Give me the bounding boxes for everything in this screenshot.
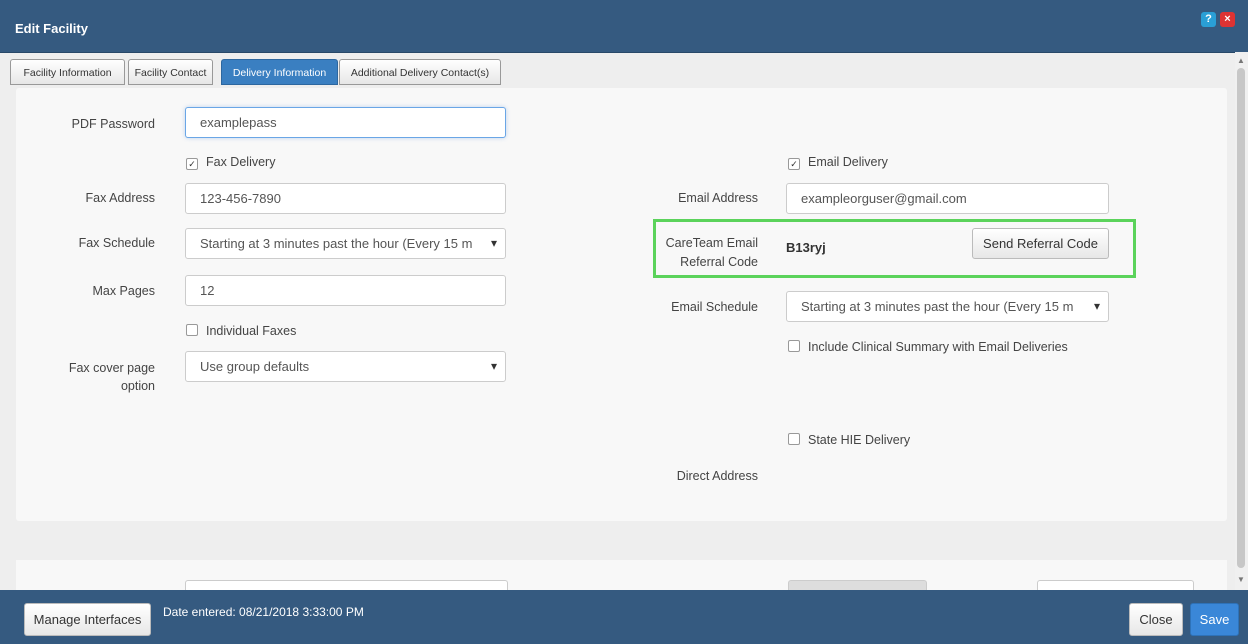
email-delivery-checkbox[interactable]: ✓ Email Delivery [788,155,888,170]
fax-delivery-label: Fax Delivery [206,155,276,169]
fax-cover-label-line2: option [120,379,155,393]
include-clinical-summary-label: Include Clinical Summary with Email Deli… [808,340,1068,354]
date-entered: Date entered: 08/21/2018 3:33:00 PM [163,605,364,619]
state-hie-label: State HIE Delivery [808,433,911,447]
individual-faxes-checkbox[interactable]: Individual Faxes [186,324,296,338]
close-button[interactable]: Close [1129,603,1183,636]
email-schedule-select[interactable]: Starting at 3 minutes past the hour (Eve… [786,291,1109,322]
fax-cover-select[interactable]: Use group defaults [185,351,506,382]
tab-delivery-information[interactable]: Delivery Information [221,59,338,85]
max-pages-input[interactable]: 12 [185,275,506,306]
tab-facility-contact[interactable]: Facility Contact [128,59,213,85]
scrollbar-thumb[interactable] [1237,68,1245,568]
checkbox-icon [788,433,800,445]
fax-address-label: Fax Address [85,191,155,205]
tab-additional-delivery-contacts[interactable]: Additional Delivery Contact(s) [339,59,501,85]
fax-cover-label: Fax cover page [68,361,155,375]
scroll-up-icon[interactable]: ▲ [1237,56,1245,65]
close-icon[interactable]: × [1220,12,1235,27]
fax-address-input[interactable]: 123-456-7890 [185,183,506,214]
scroll-down-icon[interactable]: ▼ [1237,575,1245,584]
referral-code-label: Referral Code [680,255,758,269]
checkbox-icon [788,340,800,352]
fax-schedule-select[interactable]: Starting at 3 minutes past the hour (Eve… [185,228,506,259]
checkmark-icon: ✓ [186,158,198,170]
checkbox-icon [186,324,198,336]
email-schedule-label: Email Schedule [671,300,758,314]
email-delivery-label: Email Delivery [808,155,888,169]
direct-address-label: Direct Address [676,469,758,483]
fax-schedule-label: Fax Schedule [78,236,155,250]
include-clinical-summary-checkbox[interactable]: Include Clinical Summary with Email Deli… [788,340,1068,354]
help-icon[interactable]: ? [1201,12,1216,27]
pdf-password-label: PDF Password [71,117,155,131]
pdf-password-input[interactable]: examplepass [185,107,506,138]
checkmark-icon: ✓ [788,158,800,170]
email-address-input[interactable]: exampleorguser@gmail.com [786,183,1109,214]
referral-code-value: B13ryj [786,240,826,255]
email-address-label: Email Address [678,191,758,205]
max-pages-label: Max Pages [92,284,155,298]
manage-interfaces-button[interactable]: Manage Interfaces [24,603,151,636]
fax-delivery-checkbox[interactable]: ✓ Fax Delivery [186,155,275,170]
dialog-titlebar: Edit Facility ? × [0,0,1248,53]
individual-faxes-label: Individual Faxes [206,324,297,338]
tab-facility-information[interactable]: Facility Information [10,59,125,85]
dialog-title: Edit Facility [15,21,88,36]
send-referral-code-button[interactable]: Send Referral Code [972,228,1109,259]
save-button[interactable]: Save [1190,603,1239,636]
state-hie-checkbox[interactable]: State HIE Delivery [788,433,910,447]
careteam-label: CareTeam Email [665,236,758,250]
